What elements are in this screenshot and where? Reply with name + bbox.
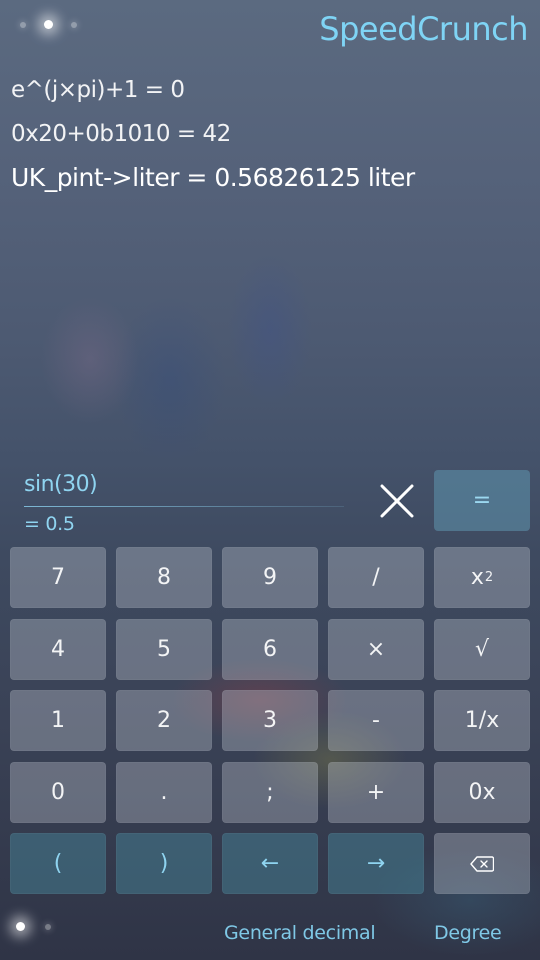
expression-input[interactable]	[24, 466, 344, 502]
key-plus[interactable]: +	[328, 761, 424, 823]
expression-editor: = 0.5	[24, 466, 354, 535]
key-5[interactable]: 5	[116, 618, 212, 680]
app-title: SpeedCrunch	[319, 10, 528, 48]
clear-button[interactable]	[372, 476, 422, 526]
key-3[interactable]: 3	[222, 690, 318, 751]
close-icon	[380, 484, 414, 518]
key-2[interactable]: 2	[116, 690, 212, 751]
backspace-icon	[470, 855, 494, 872]
key-close-paren[interactable]: )	[116, 833, 212, 894]
key-semicolon[interactable]: ;	[222, 761, 318, 823]
key-6[interactable]: 6	[222, 618, 318, 680]
key-cursor-left[interactable]: ←	[222, 833, 318, 894]
key-backspace[interactable]	[434, 833, 530, 894]
page-dot-icon	[20, 21, 26, 28]
history-list: e^(j×pi)+1 = 0 0x20+0b1010 = 42 UK_pint-…	[11, 72, 531, 204]
key-multiply[interactable]: ×	[328, 618, 424, 680]
key-1[interactable]: 1	[10, 690, 106, 751]
page-indicator-bottom	[16, 922, 51, 931]
key-minus[interactable]: -	[328, 690, 424, 751]
history-item[interactable]: 0x20+0b1010 = 42	[11, 116, 531, 160]
key-square[interactable]: x2	[434, 547, 530, 608]
page-dot-icon	[71, 21, 77, 28]
page-dot-icon	[45, 923, 51, 930]
key-reciprocal[interactable]: 1/x	[434, 690, 530, 751]
key-square-exponent: 2	[484, 570, 494, 585]
key-0[interactable]: 0	[10, 761, 106, 823]
key-4[interactable]: 4	[10, 618, 106, 680]
page-dot-active-icon	[16, 922, 25, 931]
keypad: 7 8 9 / x2 4 5 6 × √ 1 2 3 - 1/x 0 . ; +…	[10, 547, 530, 894]
editor-underline	[24, 506, 344, 507]
history-item[interactable]: e^(j×pi)+1 = 0	[11, 72, 531, 116]
result-format-selector[interactable]: General decimal	[224, 922, 376, 944]
key-7[interactable]: 7	[10, 547, 106, 608]
key-decimal-point[interactable]: .	[116, 761, 212, 823]
key-open-paren[interactable]: (	[10, 833, 106, 894]
key-divide[interactable]: /	[328, 547, 424, 608]
key-square-label: x	[470, 565, 484, 590]
key-sqrt[interactable]: √	[434, 618, 530, 680]
key-9[interactable]: 9	[222, 547, 318, 608]
result-preview: = 0.5	[24, 513, 75, 535]
equals-button[interactable]: =	[434, 470, 530, 531]
history-item-latest[interactable]: UK_pint->liter = 0.56826125 liter	[11, 160, 531, 204]
page-dot-active-icon	[44, 20, 53, 29]
key-cursor-right[interactable]: →	[328, 833, 424, 894]
angle-unit-selector[interactable]: Degree	[434, 922, 502, 944]
page-indicator-top	[20, 20, 77, 29]
key-8[interactable]: 8	[116, 547, 212, 608]
key-hex-prefix[interactable]: 0x	[434, 761, 530, 823]
